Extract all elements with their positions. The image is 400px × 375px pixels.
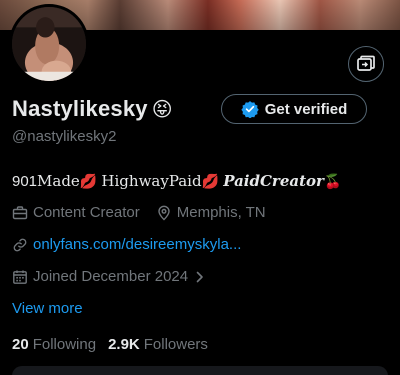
chevron-right-icon	[196, 271, 203, 282]
avatar-image	[12, 7, 86, 81]
website-item[interactable]: onlyfans.com/desireemyskyla...	[12, 236, 241, 253]
view-more-link[interactable]: View more	[12, 300, 83, 317]
following-stat[interactable]: 20 Following	[12, 336, 96, 353]
link-icon	[13, 238, 27, 251]
kiss-emoji: 💋	[201, 174, 220, 190]
briefcase-icon	[12, 205, 28, 219]
verified-badge-icon	[241, 101, 259, 118]
get-verified-button[interactable]: Get verified	[221, 94, 367, 124]
bio-part-1: 901	[12, 173, 38, 190]
next-section-card	[12, 366, 388, 375]
bio-part-3: HighwayPaid	[101, 172, 202, 190]
joined-item[interactable]: Joined December 2024	[12, 268, 206, 285]
profile-meta-row-2: onlyfans.com/desireemyskyla...	[12, 236, 241, 253]
bio-part-4: PaidCreator	[223, 172, 324, 190]
display-name: Nastylikesky	[12, 96, 148, 121]
website-link[interactable]: onlyfans.com/desireemyskyla...	[33, 236, 241, 253]
name-emoji: 😝	[151, 97, 173, 121]
switch-profile-icon	[357, 55, 375, 71]
switch-profile-button[interactable]	[348, 46, 384, 82]
joined-text: Joined December 2024	[33, 268, 189, 285]
profile-bio: 901Made💋 HighwayPaid💋 PaidCreator🍒	[12, 172, 341, 190]
followers-stat[interactable]: 2.9K Followers	[108, 336, 208, 353]
following-count: 20	[12, 336, 29, 353]
location-text: Memphis, TN	[176, 204, 266, 221]
profile-page: Nastylikesky 😝 Get verified @nastylikesk…	[0, 0, 400, 375]
following-label: Following	[32, 336, 97, 353]
avatar[interactable]	[9, 4, 89, 84]
profile-meta-row-1: Content Creator Memphis, TN	[12, 204, 266, 221]
location-item: Memphis, TN	[156, 204, 266, 221]
get-verified-label: Get verified	[264, 100, 348, 118]
calendar-icon	[13, 270, 27, 284]
location-pin-icon	[158, 205, 170, 220]
profile-meta-row-3: Joined December 2024	[12, 268, 206, 285]
user-handle: @nastylikesky2	[12, 128, 117, 145]
follow-stats: 20 Following 2.9K Followers	[12, 336, 220, 353]
cherries-emoji: 🍒	[323, 174, 342, 190]
category-text: Content Creator	[33, 204, 140, 221]
bio-part-2: Made	[37, 172, 80, 190]
name-row: Nastylikesky 😝	[12, 92, 173, 126]
kiss-emoji: 💋	[79, 174, 98, 190]
followers-label: Followers	[143, 336, 208, 353]
followers-count: 2.9K	[108, 336, 140, 353]
category-item: Content Creator	[12, 204, 140, 221]
